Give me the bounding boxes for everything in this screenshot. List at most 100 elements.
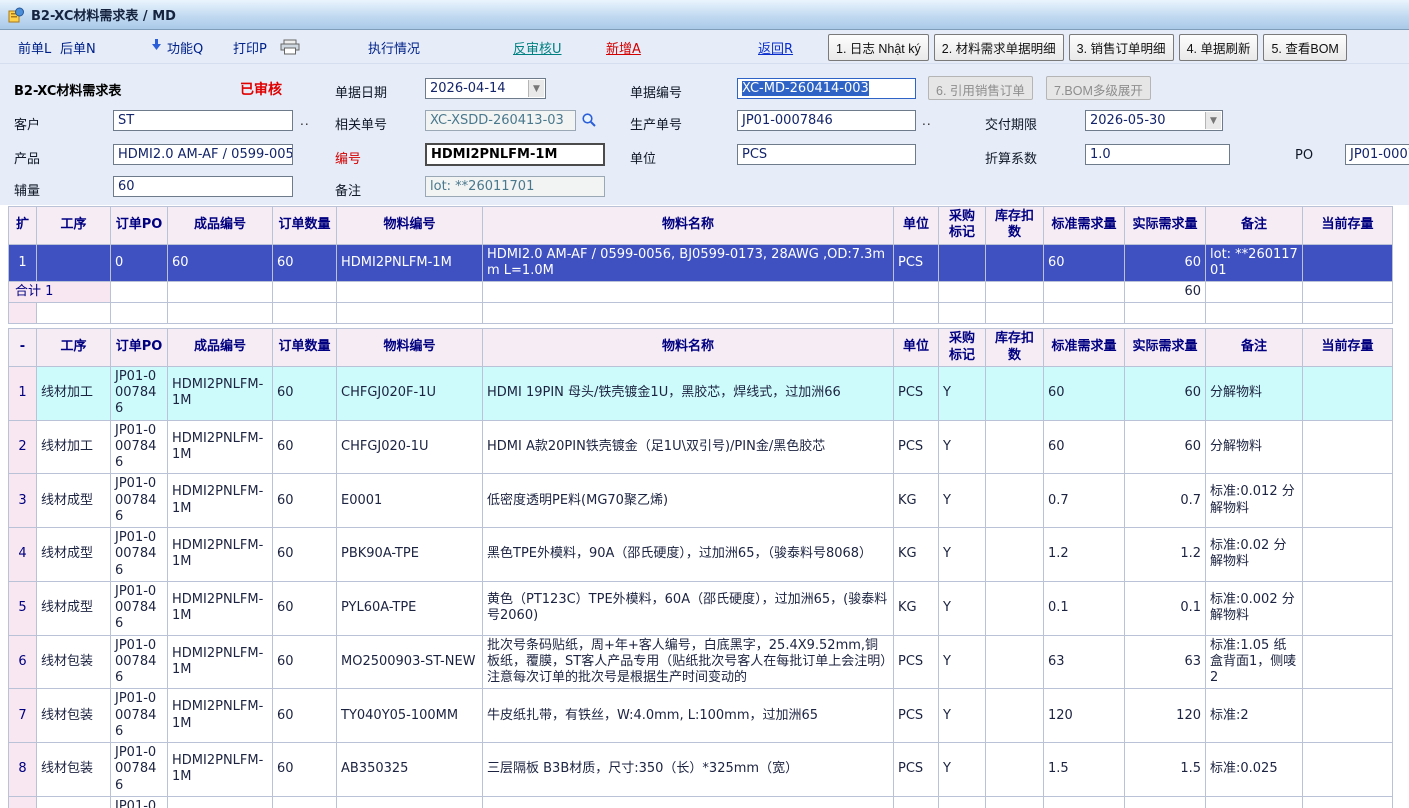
cell-order_po[interactable]: JP01-0007846: [111, 474, 168, 528]
cell-material_code[interactable]: E0001: [337, 474, 483, 528]
cell-remark[interactable]: 标准:0.002 分解物料: [1206, 581, 1303, 635]
cell-unit[interactable]: KG: [894, 474, 939, 528]
cell-order_po[interactable]: JP01-0007846: [111, 635, 168, 689]
cell-process[interactable]: [37, 244, 111, 282]
table-row[interactable]: 106060HDMI2PNLFM-1MHDMI2.0 AM-AF / 0599-…: [9, 244, 1393, 282]
cell-remark[interactable]: 标准:1.05 纸盒背面1，侧唛2: [1206, 635, 1303, 689]
cell-unit[interactable]: KG: [894, 581, 939, 635]
cell-material_name[interactable]: 牛皮纸扎带，有铁丝，W:4.0mm, L:100mm，过加洲65: [483, 689, 894, 743]
cell-purchase_mark[interactable]: [939, 244, 986, 282]
prod-no-input[interactable]: JP01-0007846: [737, 110, 916, 131]
bom-expand-button[interactable]: 7.BOM多级展开: [1046, 76, 1151, 100]
cell-purchase_mark[interactable]: Y: [939, 474, 986, 528]
cell-current_stock[interactable]: [1303, 366, 1393, 420]
related-no-search-icon[interactable]: [579, 110, 599, 130]
cell-process[interactable]: 线材包装: [37, 635, 111, 689]
cell-remark[interactable]: 分解物料: [1206, 366, 1303, 420]
cell-remark[interactable]: lot: **26011701: [1206, 244, 1303, 282]
cell-process[interactable]: 线材包装: [37, 689, 111, 743]
cell-unit[interactable]: PCS: [894, 743, 939, 797]
table-row[interactable]: 1线材加工JP01-0007846HDMI2PNLFM-1M60CHFGJ020…: [9, 366, 1393, 420]
cell-process[interactable]: 线材成型: [37, 581, 111, 635]
cell-actual_qty[interactable]: 60: [1125, 244, 1206, 282]
delivery-date-input[interactable]: 2026-05-30 ▼: [1085, 110, 1223, 131]
row-number[interactable]: 2: [9, 420, 37, 474]
row-number[interactable]: 4: [9, 528, 37, 582]
cell-material_code[interactable]: AB355330360: [337, 796, 483, 808]
cell-current_stock[interactable]: [1303, 796, 1393, 808]
cell-material_name[interactable]: HDMI2.0 AM-AF / 0599-0056, BJ0599-0173, …: [483, 244, 894, 282]
table-row[interactable]: 9线材包装JP01-0007846HDMI2PNLFM-1M60AB355330…: [9, 796, 1393, 808]
cell-remark[interactable]: 标准:2: [1206, 689, 1303, 743]
refresh-doc-button[interactable]: 4. 单据刷新: [1179, 34, 1259, 61]
add-button[interactable]: 新增A: [606, 38, 641, 57]
unit-input[interactable]: PCS: [737, 144, 916, 165]
cell-material_name[interactable]: 三层隔板 B3B材质，尺寸:350（长）*325mm（宽）: [483, 743, 894, 797]
row-number[interactable]: 5: [9, 581, 37, 635]
doc-date-dropdown-icon[interactable]: ▼: [528, 80, 544, 97]
cell-remark[interactable]: 标准:0.025: [1206, 743, 1303, 797]
doc-no-input[interactable]: XC-MD-260414-003: [737, 78, 916, 99]
cell-remark[interactable]: 标准:0.025: [1206, 796, 1303, 808]
product-input[interactable]: HDMI2.0 AM-AF / 0599-0056, BJ0599-0173, …: [113, 144, 293, 165]
cell-actual_qty[interactable]: 60: [1125, 366, 1206, 420]
remark-input[interactable]: lot: **26011701: [425, 176, 605, 197]
cell-order_qty[interactable]: 60: [273, 474, 337, 528]
cell-remark[interactable]: 标准:0.012 分解物料: [1206, 474, 1303, 528]
cell-product_code[interactable]: HDMI2PNLFM-1M: [168, 474, 273, 528]
cell-std_qty[interactable]: 60: [1044, 244, 1125, 282]
cell-product_code[interactable]: HDMI2PNLFM-1M: [168, 366, 273, 420]
cell-remark[interactable]: 标准:0.02 分解物料: [1206, 528, 1303, 582]
cell-product_code[interactable]: HDMI2PNLFM-1M: [168, 796, 273, 808]
cell-current_stock[interactable]: [1303, 528, 1393, 582]
cell-stock_deduct[interactable]: [986, 528, 1044, 582]
cell-order_po[interactable]: JP01-0007846: [111, 796, 168, 808]
cell-order_po[interactable]: 0: [111, 244, 168, 282]
ref-sales-order-button[interactable]: 6. 引用销售订单: [928, 76, 1033, 100]
cell-unit[interactable]: PCS: [894, 689, 939, 743]
cell-material_code[interactable]: AB350325: [337, 743, 483, 797]
cell-process[interactable]: 线材包装: [37, 796, 111, 808]
cell-process[interactable]: 线材成型: [37, 528, 111, 582]
cell-material_name[interactable]: HDMI 19PIN 母头/铁壳镀金1U，黑胶芯，焊线式，过加洲66: [483, 366, 894, 420]
cell-order_po[interactable]: JP01-0007846: [111, 420, 168, 474]
po-input[interactable]: JP01-0007846: [1345, 144, 1409, 165]
cell-purchase_mark[interactable]: Y: [939, 635, 986, 689]
cell-order_qty[interactable]: 60: [273, 743, 337, 797]
cell-order_qty[interactable]: 60: [273, 635, 337, 689]
cell-std_qty[interactable]: 1.5: [1044, 743, 1125, 797]
row-number[interactable]: 6: [9, 635, 37, 689]
table-row[interactable]: 4线材成型JP01-0007846HDMI2PNLFM-1M60PBK90A-T…: [9, 528, 1393, 582]
row-number[interactable]: 1: [9, 366, 37, 420]
cell-order_qty[interactable]: 60: [273, 796, 337, 808]
cell-order_qty[interactable]: 60: [273, 420, 337, 474]
cell-order_qty[interactable]: 60: [273, 244, 337, 282]
cell-current_stock[interactable]: [1303, 581, 1393, 635]
cell-purchase_mark[interactable]: Y: [939, 743, 986, 797]
cell-unit[interactable]: PCS: [894, 420, 939, 474]
printer-icon[interactable]: [280, 39, 300, 59]
code-input[interactable]: HDMI2PNLFM-1M: [425, 143, 605, 166]
table-row[interactable]: 8线材包装JP01-0007846HDMI2PNLFM-1M60AB350325…: [9, 743, 1393, 797]
cell-unit[interactable]: PCS: [894, 796, 939, 808]
customer-input[interactable]: ST: [113, 110, 293, 131]
prev-doc-button[interactable]: 前单L: [18, 38, 51, 57]
cell-current_stock[interactable]: [1303, 743, 1393, 797]
view-bom-button[interactable]: 5. 查看BOM: [1263, 34, 1346, 61]
factor-input[interactable]: 1.0: [1085, 144, 1230, 165]
cell-purchase_mark[interactable]: Y: [939, 528, 986, 582]
table-row[interactable]: 6线材包装JP01-0007846HDMI2PNLFM-1M60MO250090…: [9, 635, 1393, 689]
related-no-input[interactable]: XC-XSDD-260413-03: [425, 110, 576, 131]
cell-material_name[interactable]: 低密度透明PE料(MG70聚乙烯): [483, 474, 894, 528]
cell-std_qty[interactable]: 1.2: [1044, 528, 1125, 582]
row-number[interactable]: 7: [9, 689, 37, 743]
cell-product_code[interactable]: 60: [168, 244, 273, 282]
cell-material_code[interactable]: MO2500903-ST-NEW: [337, 635, 483, 689]
cell-material_code[interactable]: HDMI2PNLFM-1M: [337, 244, 483, 282]
cell-process[interactable]: 线材加工: [37, 420, 111, 474]
cell-current_stock[interactable]: [1303, 635, 1393, 689]
cell-current_stock[interactable]: [1303, 474, 1393, 528]
cell-material_code[interactable]: PYL60A-TPE: [337, 581, 483, 635]
cell-actual_qty[interactable]: 60: [1125, 420, 1206, 474]
cell-unit[interactable]: PCS: [894, 366, 939, 420]
